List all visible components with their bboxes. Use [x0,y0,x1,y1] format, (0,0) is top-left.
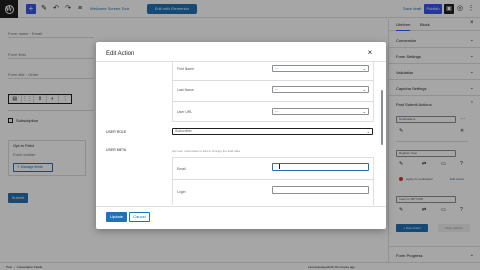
user-meta-description: Set user meta fields to add or change th… [172,149,240,153]
row-label-user-url: User URL [177,110,193,114]
row-label-login: Login [177,190,186,194]
divider [172,80,374,81]
text-cursor [279,164,280,169]
update-button[interactable]: Update [106,212,127,222]
login-meta-input[interactable] [272,186,369,194]
chevron-down-icon: ⌄ [366,129,370,134]
divider [172,101,374,102]
row-label-email: Email [177,167,186,171]
row-label-first-name: First Name [177,67,195,71]
user-role-select[interactable]: Subscriber ⌄ [172,128,373,135]
last-name-select[interactable]: --- ⌄ [272,86,369,93]
email-meta-input[interactable] [272,163,369,171]
select-value: --- [275,109,279,113]
first-name-select[interactable]: --- ⌄ [272,65,369,72]
divider [172,179,374,180]
select-value: --- [275,66,279,70]
chevron-down-icon: ⌄ [362,87,366,92]
select-value: Subscriber [175,129,192,133]
modal-title: Edit Action [106,51,135,57]
chevron-down-icon: ⌄ [362,109,366,114]
close-icon[interactable]: × [366,48,374,57]
row-label-last-name: Last Name [177,88,194,92]
cancel-button[interactable]: Cancel [129,212,150,222]
chevron-down-icon: ⌄ [362,66,366,71]
user-url-select[interactable]: --- ⌄ [272,108,369,115]
modal-scrollbar[interactable] [381,90,383,145]
divider [96,206,386,207]
select-value: --- [275,87,279,91]
user-role-label: USER ROLE [106,130,127,134]
user-meta-label: USER META [106,148,127,152]
